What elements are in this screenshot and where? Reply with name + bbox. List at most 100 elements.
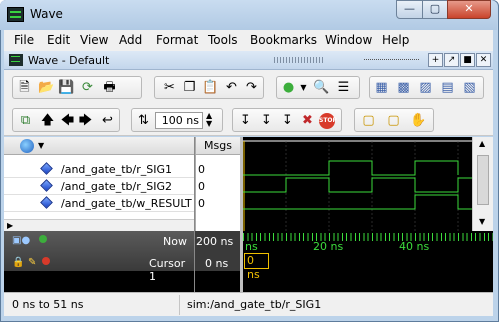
timeline-label: 20 ns: [313, 240, 344, 253]
paste-icon[interactable]: 📋: [202, 79, 219, 96]
layout-2-icon[interactable]: ▩: [395, 79, 412, 96]
header-dropdown-icon[interactable]: ▼: [38, 141, 44, 150]
find-toolbar: ● ▼ 🔍 ☰: [276, 76, 360, 99]
break-icon[interactable]: ↩: [99, 112, 116, 129]
right-arrow-icon[interactable]: 🡆: [77, 112, 94, 129]
hand-icon[interactable]: ✋: [410, 112, 427, 129]
left-arrow-icon[interactable]: 🡄: [59, 112, 76, 129]
menu-file[interactable]: File: [14, 33, 34, 47]
wave-pane-icon: [9, 54, 23, 66]
save-icon[interactable]: 💾: [58, 79, 75, 96]
inner-window-title: Wave - Default: [28, 54, 110, 67]
timeline-ticks: [243, 233, 493, 241]
restart-icon[interactable]: ⧉: [17, 112, 34, 129]
format-icon[interactable]: ☰: [335, 79, 352, 96]
now-value: 200 ns: [196, 235, 234, 248]
pane-close-icon[interactable]: ✕: [476, 53, 491, 67]
layout-3-icon[interactable]: ▨: [417, 79, 434, 96]
add-cursor-icon[interactable]: [39, 235, 47, 243]
maximize-button[interactable]: ▢: [422, 0, 448, 19]
close-button[interactable]: ✕: [447, 0, 491, 19]
now-cursor-values: 200 ns 0 ns: [195, 231, 240, 271]
run-length-icon[interactable]: ⇅: [135, 112, 152, 129]
status-bar: 0 ns to 51 ns sim:/and_gate_tb/r_SIG1: [4, 292, 493, 316]
status-sim-path: sim:/and_gate_tb/r_SIG1: [187, 298, 322, 311]
layout-4-icon[interactable]: ▤: [439, 79, 456, 96]
file-toolbar: 🗎 📂 💾 ⟳ 🖶: [12, 76, 142, 99]
wave-edit-toolbar: ▢ ▢ ✋: [354, 108, 434, 132]
reload-icon[interactable]: ⟳: [79, 79, 96, 96]
signal-diamond-icon: [40, 196, 53, 209]
scroll-left-icon[interactable]: ▶: [7, 221, 13, 230]
copy-icon[interactable]: ❐: [181, 79, 198, 96]
wave-r-sig2: [243, 177, 472, 193]
value-list: 0 0 0: [195, 155, 240, 231]
menu-add[interactable]: Add: [119, 33, 142, 47]
run-all-icon[interactable]: ↧: [279, 112, 296, 129]
stop-icon[interactable]: STOP: [319, 113, 337, 129]
continue-icon[interactable]: ↧: [258, 112, 275, 129]
signal-list-header[interactable]: ▼: [4, 137, 194, 155]
redo-icon[interactable]: ↷: [243, 79, 260, 96]
window-title: Wave: [30, 7, 63, 21]
run-length-toolbar: ⇅ 100 ns ▲ ▼: [131, 108, 223, 132]
remove-cursor-icon[interactable]: [42, 257, 50, 265]
instance-icon[interactable]: [20, 139, 34, 153]
wave-edit-2-icon[interactable]: ▢: [385, 112, 402, 129]
pane-undock-icon[interactable]: ↗: [444, 53, 459, 67]
now-label: Now: [163, 235, 187, 248]
cursor-label: Cursor 1: [149, 257, 186, 283]
signal-value: 0: [198, 197, 205, 210]
layout-icon[interactable]: ▦: [373, 79, 390, 96]
menu-bookmarks[interactable]: Bookmarks: [250, 33, 317, 47]
run-length-input[interactable]: 100 ns: [155, 112, 203, 129]
spin-up-icon[interactable]: ▲ ▼: [206, 112, 212, 128]
wave-edit-icon[interactable]: ▢: [360, 112, 377, 129]
menu-view[interactable]: View: [80, 33, 108, 47]
layout-5-icon[interactable]: ▧: [461, 79, 478, 96]
sim-nav-toolbar: ⧉ 🡅 🡄 🡆 ↩: [12, 108, 120, 132]
scroll-thumb[interactable]: [477, 155, 489, 205]
open-icon[interactable]: 📂: [38, 79, 55, 96]
up-arrow-icon[interactable]: 🡅: [39, 112, 56, 129]
toolbar-row-1: 🗎 📂 💾 ⟳ 🖶 ✂ ❐ 📋 ↶ ↷ ● ▼ 🔍 ☰ ▦ ▩ ▨ ▤ ▧: [4, 70, 493, 104]
cut-icon[interactable]: ✂: [161, 79, 178, 96]
run-icon[interactable]: ↧: [237, 112, 254, 129]
break-x-icon[interactable]: ✖: [299, 112, 316, 129]
cursor-pencil-icon[interactable]: ✎: [28, 257, 36, 268]
cursor-lock-icon[interactable]: 🔒: [12, 257, 24, 268]
signal-row[interactable]: /and_gate_tb/r_SIG1: [4, 161, 194, 178]
timeline-ruler[interactable]: ns 20 ns 40 ns 0 ns: [243, 231, 493, 281]
inner-window-titlebar[interactable]: Wave - Default + ↗ ■ ✕: [4, 51, 493, 70]
add-dropdown-icon[interactable]: ▼: [295, 79, 312, 96]
pane-add-icon[interactable]: +: [428, 53, 443, 67]
menu-tools[interactable]: Tools: [208, 33, 238, 47]
print-icon[interactable]: 🖶: [101, 79, 118, 96]
menu-format[interactable]: Format: [156, 33, 198, 47]
wave-w-result: [243, 194, 472, 210]
timeline-icons[interactable]: ▣●: [12, 235, 30, 246]
waveform-canvas[interactable]: [243, 137, 472, 231]
layout-toolbar: ▦ ▩ ▨ ▤ ▧: [369, 76, 484, 99]
signal-name: /and_gate_tb/r_SIG2: [61, 180, 172, 193]
signal-name: /and_gate_tb/w_RESULT: [61, 197, 192, 210]
pane-maximize-icon[interactable]: ■: [460, 53, 475, 67]
scroll-up-icon[interactable]: ▲: [479, 139, 485, 148]
signal-row[interactable]: /and_gate_tb/w_RESULT: [4, 195, 194, 212]
menu-window[interactable]: Window: [325, 33, 372, 47]
wave-vertical-scrollbar[interactable]: ▲ ▼: [472, 137, 493, 231]
drag-grip[interactable]: [274, 57, 324, 63]
signal-row[interactable]: /and_gate_tb/r_SIG2: [4, 178, 194, 195]
minimize-button[interactable]: —: [396, 0, 423, 19]
drag-grip-dotted[interactable]: [364, 59, 419, 61]
new-icon[interactable]: 🗎: [16, 79, 33, 96]
menu-edit[interactable]: Edit: [47, 33, 70, 47]
signal-list-scrollbar[interactable]: ▶: [4, 219, 194, 231]
find-icon[interactable]: 🔍: [313, 79, 330, 96]
scroll-down-icon[interactable]: ▼: [479, 217, 485, 226]
cursor-time-box[interactable]: 0 ns: [244, 253, 269, 281]
undo-icon[interactable]: ↶: [223, 79, 240, 96]
title-bar[interactable]: Wave — ▢ ✕: [0, 0, 497, 30]
timeline-label: ns: [245, 240, 258, 253]
menu-help[interactable]: Help: [382, 33, 409, 47]
